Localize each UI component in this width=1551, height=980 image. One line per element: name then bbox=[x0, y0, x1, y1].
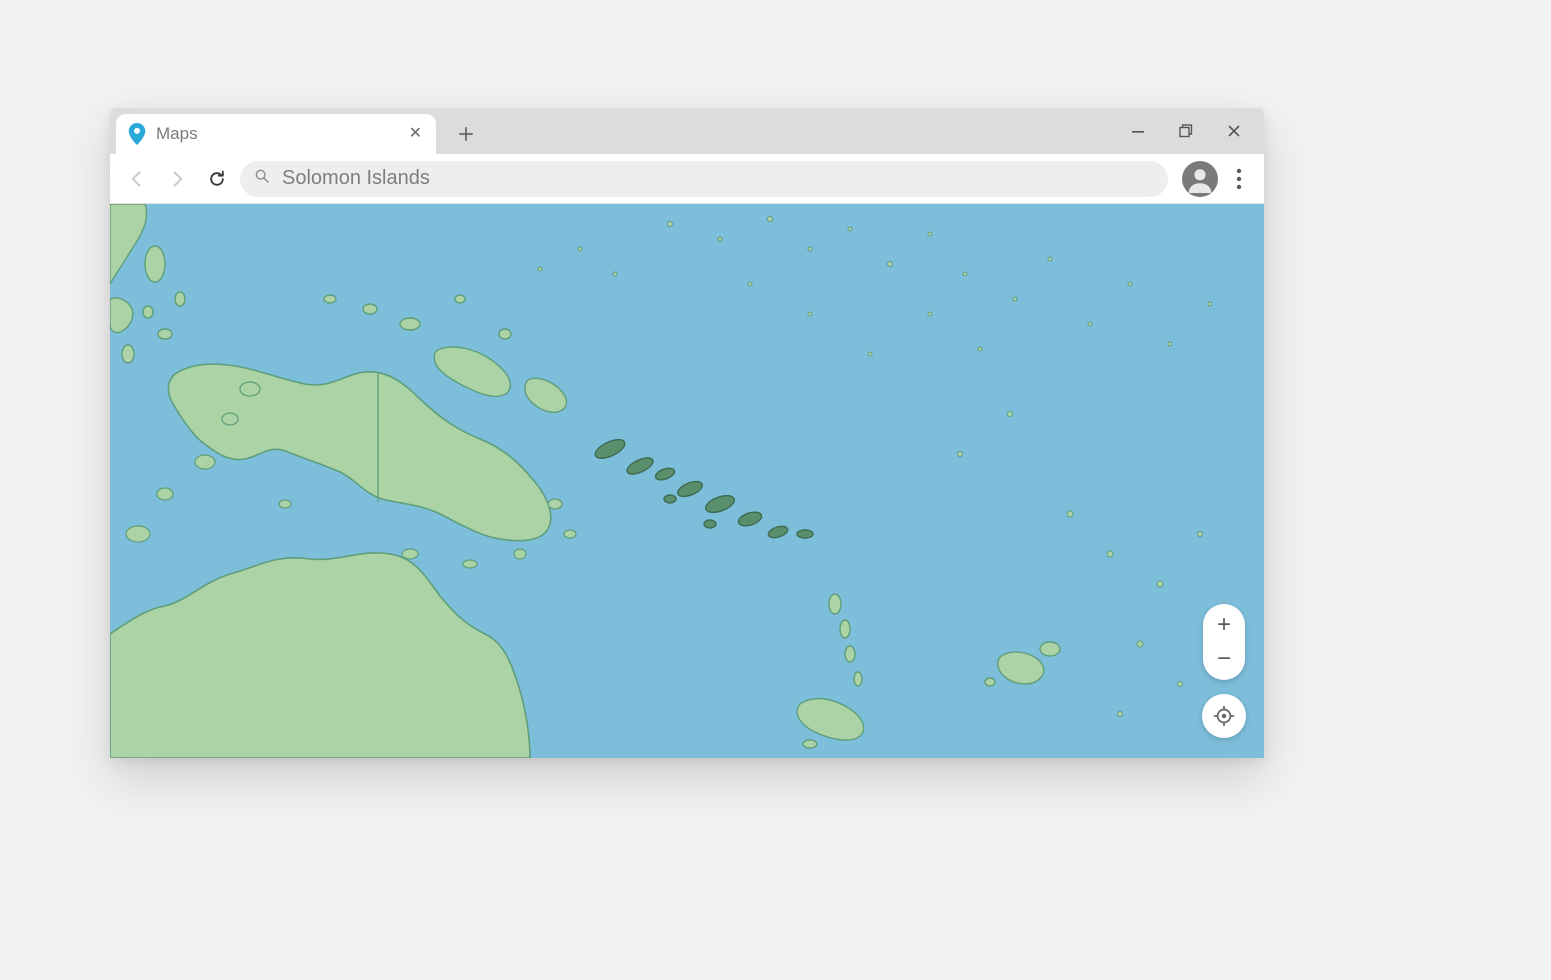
browser-tab-maps[interactable]: Maps ✕ bbox=[116, 114, 436, 154]
tab-title: Maps bbox=[156, 124, 399, 144]
zoom-control: + − bbox=[1203, 604, 1245, 680]
zoom-out-button[interactable]: − bbox=[1203, 642, 1245, 676]
address-bar[interactable] bbox=[240, 161, 1168, 197]
menu-button[interactable] bbox=[1224, 161, 1254, 197]
back-button[interactable] bbox=[120, 162, 154, 196]
maximize-button[interactable] bbox=[1162, 108, 1210, 154]
map-viewport[interactable]: + − bbox=[110, 204, 1264, 758]
map-controls: + − bbox=[1202, 604, 1246, 738]
zoom-in-button[interactable]: + bbox=[1203, 608, 1245, 642]
address-input[interactable] bbox=[282, 167, 1154, 190]
window-controls bbox=[1114, 108, 1258, 154]
map-pin-icon bbox=[128, 123, 146, 145]
forward-button[interactable] bbox=[160, 162, 194, 196]
locate-me-button[interactable] bbox=[1202, 694, 1246, 738]
tab-strip: Maps ✕ bbox=[110, 108, 1264, 154]
minimize-button[interactable] bbox=[1114, 108, 1162, 154]
close-window-button[interactable] bbox=[1210, 108, 1258, 154]
toolbar bbox=[110, 154, 1264, 204]
browser-window: Maps ✕ bbox=[110, 108, 1264, 758]
profile-avatar[interactable] bbox=[1182, 161, 1218, 197]
map-canvas bbox=[110, 204, 1264, 758]
reload-button[interactable] bbox=[200, 162, 234, 196]
search-icon bbox=[254, 168, 270, 189]
new-tab-button[interactable] bbox=[448, 116, 484, 152]
close-tab-icon[interactable]: ✕ bbox=[409, 126, 422, 142]
